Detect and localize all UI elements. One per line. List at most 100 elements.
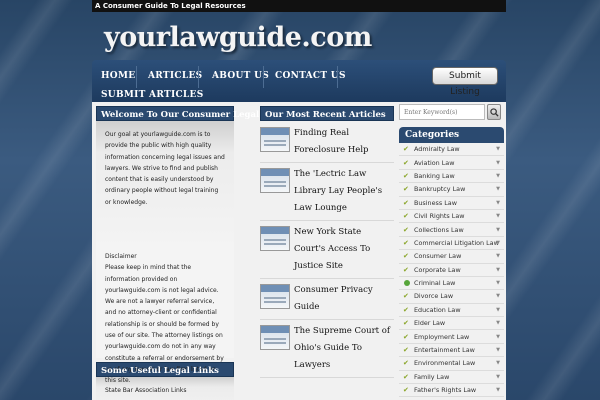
chevron-down-icon: ▼	[496, 387, 500, 394]
dot-icon	[404, 280, 410, 287]
chevron-down-icon: ▼	[496, 347, 500, 354]
check-icon: ✔	[403, 346, 409, 355]
category-label[interactable]: Employment Law	[414, 333, 469, 341]
nav-about-us[interactable]: ABOUT US	[212, 71, 269, 81]
category-item[interactable]: ✔ Civil Rights Law ▼	[399, 210, 504, 224]
check-icon: ✔	[403, 185, 409, 194]
check-icon: ✔	[403, 292, 409, 301]
nav-contact-us[interactable]: CONTACT US	[275, 71, 346, 81]
category-item[interactable]: ✔ Elder Law ▼	[399, 317, 504, 331]
search-input[interactable]	[399, 104, 485, 120]
chevron-down-icon: ▼	[496, 239, 500, 246]
category-item[interactable]: ✔ Business Law ▼	[399, 197, 504, 210]
category-label[interactable]: Family Law	[414, 373, 449, 381]
content-area: Welcome To Our Consumer Legal Guide Our …	[92, 102, 506, 400]
chevron-down-icon: ▼	[496, 159, 500, 166]
category-item[interactable]: ✔ Father's Rights Law ▼	[399, 384, 504, 398]
chevron-down-icon: ▼	[496, 266, 500, 273]
article-thumbnail[interactable]	[260, 284, 290, 309]
check-icon: ✔	[403, 386, 409, 395]
chevron-down-icon: ▼	[496, 199, 500, 206]
category-label[interactable]: Father's Rights Law	[414, 386, 476, 394]
category-label[interactable]: Elder Law	[414, 319, 445, 327]
category-label[interactable]: Divorce Law	[414, 292, 453, 300]
category-label[interactable]: Banking Law	[414, 172, 455, 180]
right-sidebar: Categories ✔ Admiralty Law ▼ ✔ Aviation Law ▼…	[399, 104, 504, 400]
article-thumbnail[interactable]	[260, 226, 290, 251]
category-item[interactable]: ✔ Aviation Law ▼	[399, 156, 504, 170]
check-icon: ✔	[403, 305, 409, 314]
check-icon: ✔	[403, 319, 409, 328]
category-item[interactable]: ✔ Collections Law ▼	[399, 223, 504, 237]
chevron-down-icon: ▼	[496, 253, 500, 260]
category-item[interactable]: ✔ Commercial Litigation Law ▼	[399, 237, 504, 251]
chevron-down-icon: ▼	[496, 333, 500, 340]
category-item[interactable]: ✔ Employment Law ▼	[399, 330, 504, 344]
article-thumbnail[interactable]	[260, 168, 290, 193]
article-title[interactable]: Consumer Privacy Guide	[294, 282, 394, 316]
check-icon: ✔	[403, 265, 409, 274]
article-title[interactable]: Finding Real Foreclosure Help	[294, 125, 394, 159]
category-item[interactable]: ✔ Entertainment Law ▼	[399, 344, 504, 358]
category-item[interactable]: ✔ Bankruptcy Law ▼	[399, 183, 504, 197]
article-item[interactable]: The 'Lectric Law Library Lay People's La…	[260, 163, 394, 221]
category-item[interactable]: ✔ Family Law ▼	[399, 371, 504, 385]
category-item[interactable]: ✔ Corporate Law ▼	[399, 264, 504, 277]
category-label[interactable]: Bankruptcy Law	[414, 185, 465, 193]
submit-listing-button[interactable]: Submit Listing	[432, 67, 498, 97]
chevron-down-icon: ▼	[496, 146, 500, 153]
category-label[interactable]: Consumer Law	[414, 252, 461, 260]
article-thumbnail[interactable]	[260, 127, 290, 152]
category-item[interactable]: Criminal Law ▼	[399, 277, 504, 291]
category-item[interactable]: ✔ Admiralty Law ▼	[399, 143, 504, 157]
category-label[interactable]: Admiralty Law	[414, 145, 460, 153]
category-label[interactable]: Civil Rights Law	[414, 212, 465, 220]
chevron-down-icon: ▼	[496, 172, 500, 179]
check-icon: ✔	[403, 145, 409, 154]
recent-articles-heading: Our Most Recent Articles	[260, 106, 394, 121]
article-item[interactable]: Consumer Privacy Guide	[260, 279, 394, 320]
site-logo[interactable]: yourlawguide.com	[104, 22, 372, 53]
disclaimer-title: Disclaimer	[105, 253, 137, 260]
nav-divider	[337, 66, 338, 88]
nav-home[interactable]: HOME	[101, 71, 135, 81]
article-thumbnail[interactable]	[260, 325, 290, 350]
article-title[interactable]: The 'Lectric Law Library Lay People's La…	[294, 166, 394, 217]
disclaimer-body: Disclaimer Please keep in mind that the …	[96, 249, 234, 384]
check-icon: ✔	[403, 225, 409, 234]
chevron-down-icon: ▼	[496, 373, 500, 380]
search-button[interactable]	[487, 104, 501, 120]
category-label[interactable]: Commercial Litigation Law	[414, 239, 499, 247]
category-label[interactable]: Education Law	[414, 306, 461, 314]
category-item[interactable]: ✔ Divorce Law ▼	[399, 290, 504, 304]
categories-list: ✔ Admiralty Law ▼ ✔ Aviation Law ▼ ✔ Banking La…	[399, 143, 504, 400]
category-item[interactable]: ✔ Consumer Law ▼	[399, 250, 504, 264]
article-item[interactable]: The Supreme Court of Ohio's Guide To Law…	[260, 320, 394, 378]
search-icon	[489, 107, 499, 117]
category-item[interactable]: ✔ Banking Law ▼	[399, 170, 504, 184]
welcome-body: Our goal at yourlawguide.com is to provi…	[96, 121, 234, 249]
welcome-heading: Welcome To Our Consumer Legal Guide	[96, 106, 290, 121]
nav-submit-articles[interactable]: SUBMIT ARTICLES	[101, 90, 204, 100]
category-label[interactable]: Collections Law	[414, 226, 464, 234]
category-label[interactable]: Environmental Law	[414, 359, 475, 367]
check-icon: ✔	[403, 372, 409, 381]
article-title[interactable]: The Supreme Court of Ohio's Guide To Law…	[294, 323, 394, 374]
category-label[interactable]: Criminal Law	[414, 279, 455, 287]
article-title[interactable]: New York State Court's Access To Justice…	[294, 224, 394, 275]
nav-articles[interactable]: ARTICLES	[148, 71, 202, 81]
check-icon: ✔	[403, 198, 409, 207]
chevron-down-icon: ▼	[496, 226, 500, 233]
article-item[interactable]: Finding Real Foreclosure Help	[260, 122, 394, 163]
category-label[interactable]: Corporate Law	[414, 266, 461, 274]
category-item[interactable]: ✔ Environmental Law ▼	[399, 357, 504, 371]
category-label[interactable]: Aviation Law	[414, 159, 454, 167]
article-item[interactable]: New York State Court's Access To Justice…	[260, 221, 394, 279]
category-label[interactable]: Business Law	[414, 199, 457, 207]
check-icon: ✔	[403, 158, 409, 167]
chevron-down-icon: ▼	[496, 320, 500, 327]
category-item[interactable]: ✔ Education Law ▼	[399, 304, 504, 318]
category-label[interactable]: Entertainment Law	[414, 346, 475, 354]
check-icon: ✔	[403, 171, 409, 180]
useful-link-item[interactable]: State Bar Association Links	[105, 385, 226, 396]
